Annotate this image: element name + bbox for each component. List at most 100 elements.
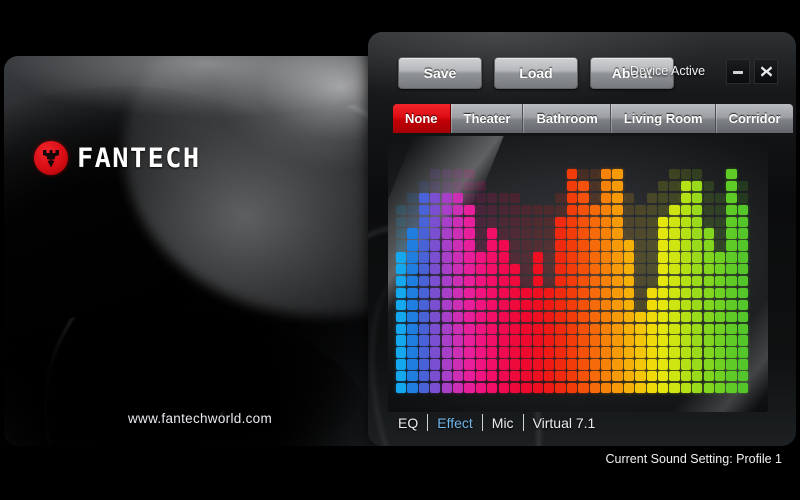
eq-cell — [396, 311, 407, 322]
eq-cell — [464, 264, 475, 275]
eq-column[interactable] — [578, 169, 589, 394]
tab-none[interactable]: None — [393, 104, 451, 133]
eq-column[interactable] — [521, 204, 532, 394]
device-status-label: Device Active — [630, 64, 706, 78]
eq-cell — [509, 204, 521, 215]
link-effect[interactable]: Effect — [428, 415, 482, 431]
eq-column[interactable] — [430, 169, 441, 394]
eq-cell — [680, 347, 692, 358]
product-gloss-arc-1 — [4, 66, 396, 446]
eq-cell — [703, 216, 714, 227]
eq-column[interactable] — [441, 169, 452, 394]
tab-theater[interactable]: Theater — [450, 104, 524, 133]
eq-cell — [601, 180, 612, 192]
eq-cell — [452, 204, 464, 215]
eq-column[interactable] — [555, 192, 566, 394]
eq-cell — [521, 371, 532, 382]
eq-cell — [601, 252, 612, 263]
eq-cell — [498, 347, 509, 358]
eq-cell — [703, 276, 714, 287]
eq-column[interactable] — [407, 192, 418, 394]
eq-column[interactable] — [589, 169, 600, 394]
eq-cell — [646, 335, 657, 346]
eq-column[interactable] — [714, 192, 726, 394]
eq-cell — [680, 264, 692, 275]
eq-cell — [464, 311, 475, 322]
equalizer-visualizer[interactable] — [388, 136, 768, 412]
eq-cell — [418, 383, 430, 394]
eq-column[interactable] — [635, 204, 646, 394]
eq-cell — [544, 383, 555, 394]
eq-cell — [714, 240, 726, 251]
eq-column[interactable] — [498, 192, 509, 394]
eq-cell — [487, 252, 498, 263]
link-virtual-71[interactable]: Virtual 7.1 — [524, 415, 605, 431]
eq-cell — [521, 204, 532, 215]
eq-cell — [737, 323, 749, 334]
eq-cell — [601, 299, 612, 311]
eq-cell — [407, 347, 418, 358]
tab-corridor[interactable]: Corridor — [715, 104, 793, 133]
eq-column[interactable] — [612, 169, 623, 394]
minimize-button[interactable] — [726, 59, 750, 84]
link-mic[interactable]: Mic — [483, 415, 523, 431]
eq-column[interactable] — [464, 169, 475, 394]
eq-column[interactable] — [566, 169, 578, 394]
eq-cell — [578, 383, 589, 394]
eq-cell — [703, 311, 714, 322]
eq-cell — [396, 264, 407, 275]
load-button[interactable]: Load — [494, 57, 578, 89]
eq-cell — [464, 180, 475, 192]
tab-living-room[interactable]: Living Room — [610, 104, 716, 133]
eq-cell — [680, 240, 692, 251]
eq-cell — [487, 240, 498, 251]
eq-column[interactable] — [623, 192, 635, 394]
eq-column[interactable] — [475, 180, 487, 394]
eq-cell — [407, 228, 418, 239]
eq-column[interactable] — [544, 204, 555, 394]
eq-cell — [635, 264, 646, 275]
eq-cell — [487, 335, 498, 346]
eq-cell — [487, 204, 498, 215]
eq-cell — [669, 347, 680, 358]
eq-cell — [555, 204, 566, 215]
eq-column[interactable] — [692, 169, 703, 394]
eq-column[interactable] — [726, 169, 737, 394]
eq-column[interactable] — [657, 180, 669, 394]
eq-cell — [692, 347, 703, 358]
eq-cell — [635, 216, 646, 227]
product-highlight-blur — [124, 56, 396, 316]
eq-cell — [532, 323, 543, 334]
eq-column[interactable] — [452, 169, 464, 394]
eq-cell — [487, 216, 498, 227]
eq-column[interactable] — [680, 169, 692, 394]
eq-column[interactable] — [646, 192, 657, 394]
equalizer-grid[interactable] — [396, 169, 749, 394]
eq-cell — [430, 252, 441, 263]
eq-cell — [737, 264, 749, 275]
eq-cell — [566, 240, 578, 251]
eq-cell — [555, 228, 566, 239]
eq-cell — [714, 276, 726, 287]
eq-cell — [703, 252, 714, 263]
link-eq[interactable]: EQ — [398, 415, 427, 431]
eq-cell — [623, 383, 635, 394]
eq-column[interactable] — [601, 169, 612, 394]
eq-cell — [532, 359, 543, 370]
eq-cell — [487, 383, 498, 394]
eq-column[interactable] — [396, 204, 407, 394]
save-button[interactable]: Save — [398, 57, 482, 89]
eq-column[interactable] — [532, 204, 543, 394]
eq-cell — [692, 323, 703, 334]
eq-cell — [566, 204, 578, 215]
eq-column[interactable] — [509, 192, 521, 394]
fantech-audio-center-window: FANTECH www.fantechworld.com Save Load A… — [0, 0, 800, 500]
eq-column[interactable] — [737, 180, 749, 394]
close-button[interactable] — [754, 59, 778, 84]
eq-column[interactable] — [669, 169, 680, 394]
eq-column[interactable] — [418, 180, 430, 394]
eq-column[interactable] — [487, 192, 498, 394]
eq-column[interactable] — [703, 180, 714, 394]
tab-bathroom[interactable]: Bathroom — [523, 104, 611, 133]
eq-cell — [623, 228, 635, 239]
